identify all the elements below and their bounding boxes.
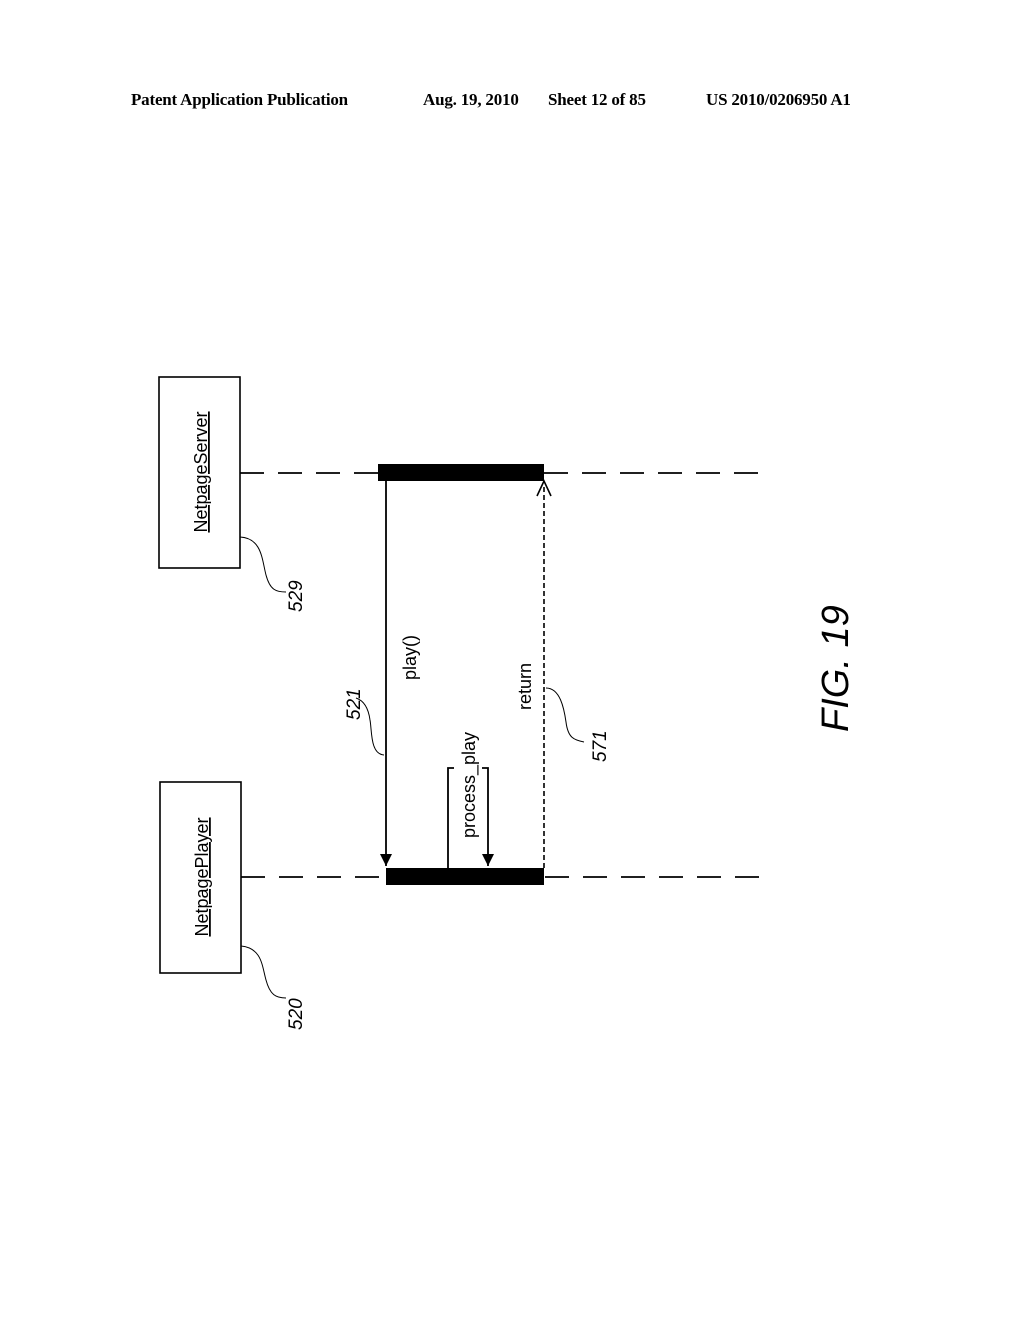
activation-bar-server <box>378 464 544 481</box>
ref-571: 571 <box>590 730 611 762</box>
leader-line-529 <box>239 536 287 593</box>
ref-529: 529 <box>286 580 307 612</box>
message-label-return: return <box>515 663 535 710</box>
sequence-diagram: NetpageServer 529 NetpagePlayer 520 play… <box>158 376 857 1030</box>
message-label-process-play: process_play <box>459 732 480 838</box>
object-netpage-server: NetpageServer <box>158 376 241 569</box>
message-label-play: play() <box>400 635 420 680</box>
ref-521: 521 <box>344 688 365 720</box>
object-netpage-player: NetpagePlayer <box>159 781 242 974</box>
activation-bar-player <box>386 868 544 885</box>
leader-line-520 <box>240 945 287 999</box>
ref-520: 520 <box>286 998 307 1030</box>
object-name: NetpagePlayer <box>192 817 212 936</box>
object-name: NetpageServer <box>191 411 211 532</box>
figure-label: FIG. 19 <box>815 605 857 732</box>
self-call-bracket-left <box>447 767 454 868</box>
leader-line-571 <box>545 687 585 743</box>
self-call-arrow <box>482 767 494 866</box>
